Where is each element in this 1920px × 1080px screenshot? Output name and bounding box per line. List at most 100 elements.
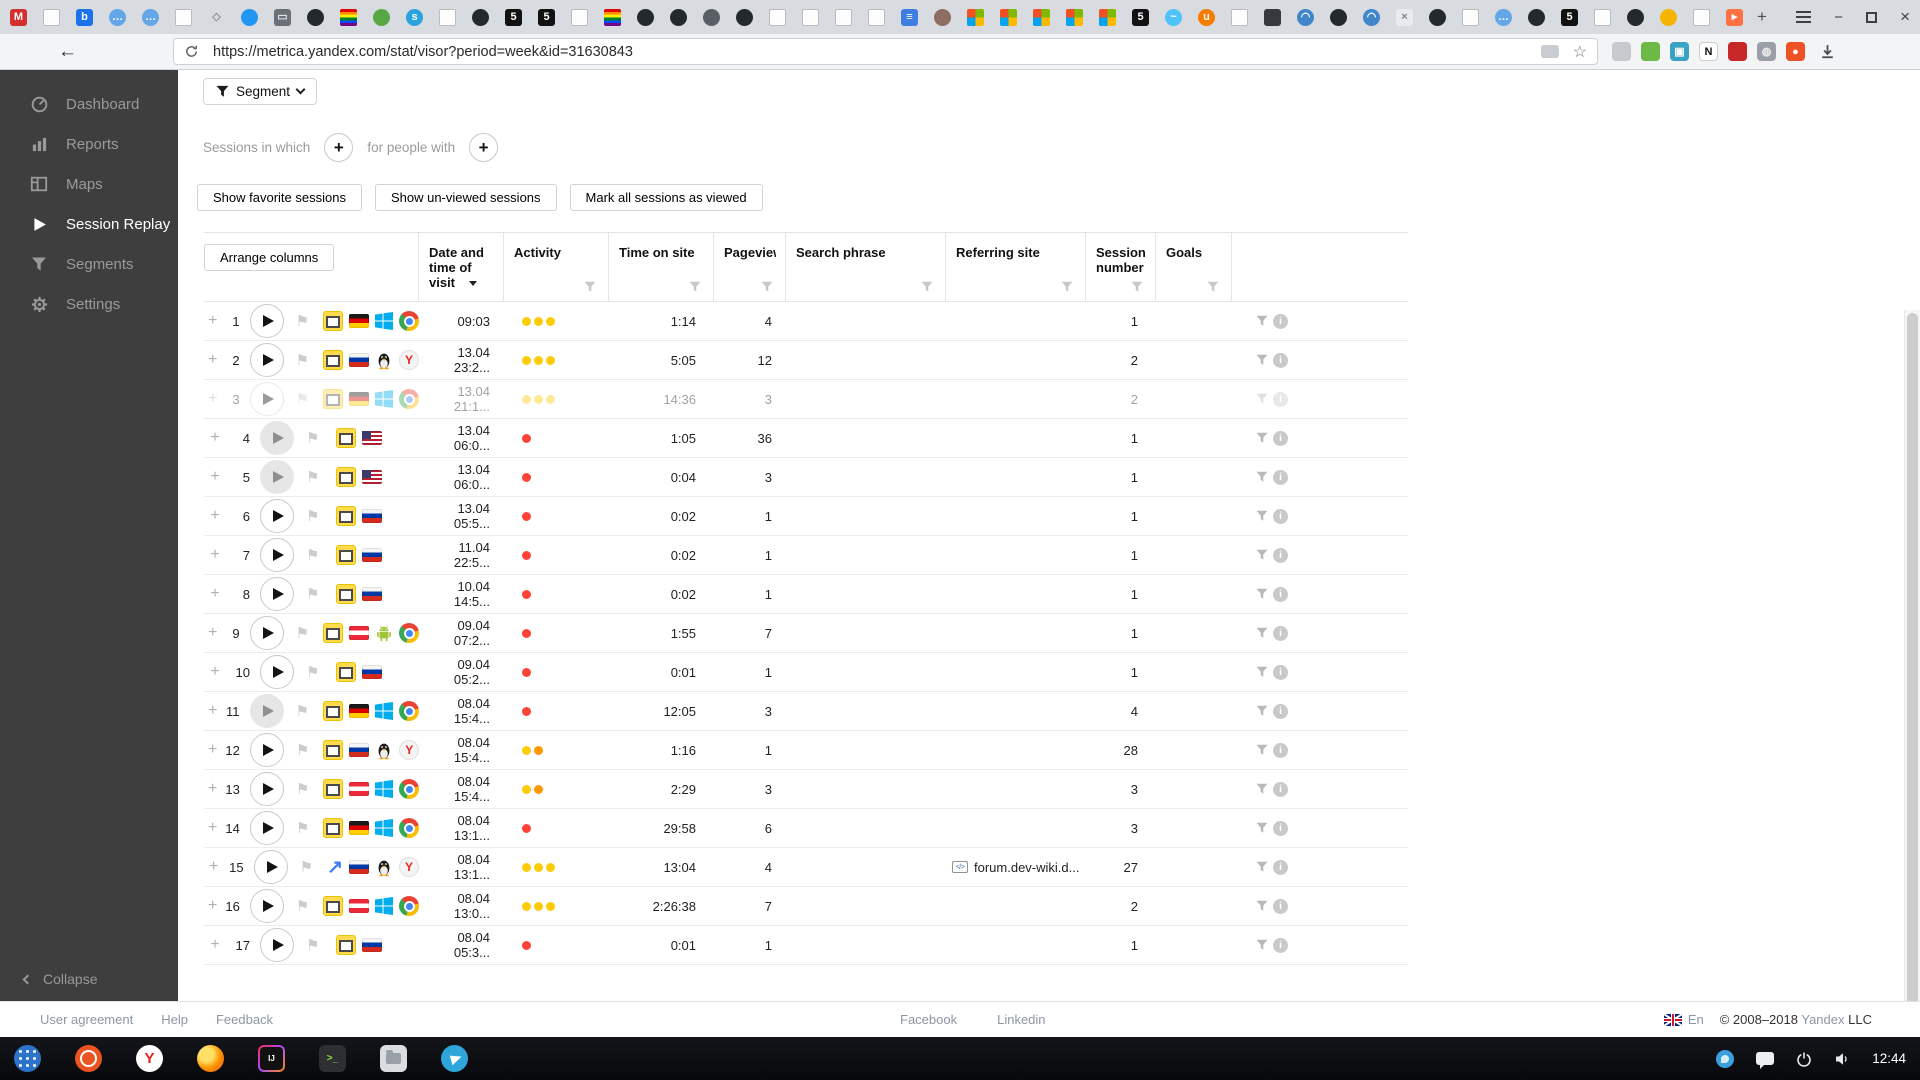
footer-link-feedback[interactable]: Feedback [216,1012,273,1027]
tab-favicon-github[interactable] [736,8,753,26]
favorite-flag-icon[interactable]: ⚑ [296,312,309,330]
favorite-flag-icon[interactable]: ⚑ [296,819,309,837]
ext-globe-icon[interactable]: ◍ [1757,42,1776,61]
yandex-link[interactable]: Yandex [1801,1012,1844,1027]
expand-row-icon[interactable]: + [208,663,222,681]
tab-favicon-u-orange[interactable]: u [1198,8,1215,26]
row-filter-funnel-icon[interactable] [1256,471,1268,483]
favorite-flag-icon[interactable]: ⚑ [296,780,309,798]
tab-favicon-globe[interactable]: ◠ [1363,8,1380,26]
tab-favicon-globe[interactable]: ◠ [1297,8,1314,26]
tab-favicon-dark[interactable] [1264,8,1281,26]
tab-favicon-github[interactable] [670,8,687,26]
taskbar-app-idea-icon[interactable]: IJ [258,1045,285,1072]
row-filter-funnel-icon[interactable] [1256,354,1268,366]
favorite-flag-icon[interactable]: ⚑ [300,858,313,876]
favorite-flag-icon[interactable]: ⚑ [296,741,309,759]
play-session-button[interactable] [249,616,284,650]
row-info-icon[interactable]: i [1273,586,1288,602]
taskbar-app-activities-icon[interactable] [14,1045,41,1072]
tab-favicon-plane[interactable]: ▸ [1726,8,1743,26]
footer-social-linkedin[interactable]: Linkedin [997,1012,1045,1027]
expand-row-icon[interactable]: + [208,936,222,954]
row-info-icon[interactable]: i [1273,508,1288,524]
filter-funnel-icon[interactable] [1131,281,1143,293]
sidebar-item-reports[interactable]: Reports [0,124,178,164]
tab-favicon-chat-blue[interactable]: … [1495,8,1512,26]
ext-blue-icon[interactable]: ▣ [1670,42,1689,61]
language-switcher[interactable]: En [1663,1012,1704,1027]
expand-row-icon[interactable]: + [208,390,218,408]
sidebar-item-session-replay[interactable]: Session Replay [0,204,178,244]
row-info-icon[interactable]: i [1273,937,1288,953]
play-session-button[interactable] [260,655,294,689]
favorite-flag-icon[interactable]: ⚑ [306,546,322,564]
favorite-flag-icon[interactable]: ⚑ [296,624,309,642]
tab-favicon-github[interactable] [637,8,654,26]
ext-n-icon[interactable]: N [1699,42,1718,61]
column-header-date[interactable]: Date and time of visit [419,233,504,301]
footer-link-user-agreement[interactable]: User agreement [40,1012,133,1027]
row-filter-funnel-icon[interactable] [1256,432,1268,444]
tab-favicon-laptop[interactable]: ▭ [274,8,291,26]
row-info-icon[interactable]: i [1273,430,1288,446]
tab-favicon-doc[interactable] [439,8,456,26]
play-session-button[interactable] [249,772,284,806]
tab-favicon-doc[interactable] [571,8,588,26]
tab-favicon-diamond[interactable]: ◇ [208,9,225,26]
tab-favicon-grid[interactable] [1000,8,1017,26]
row-info-icon[interactable]: i [1273,703,1288,719]
row-filter-funnel-icon[interactable] [1256,315,1268,327]
expand-row-icon[interactable]: + [208,507,222,525]
row-info-icon[interactable]: i [1273,742,1288,758]
expand-row-icon[interactable]: + [208,858,219,876]
taskbar-app-ubuntu-icon[interactable] [75,1045,102,1072]
filter-funnel-icon[interactable] [761,281,773,293]
browser-menu-icon[interactable] [1796,8,1812,26]
sidebar-item-segments[interactable]: Segments [0,244,178,284]
row-info-icon[interactable]: i [1273,313,1288,329]
row-filter-funnel-icon[interactable] [1256,588,1268,600]
play-session-button[interactable] [249,694,284,728]
sidebar-item-maps[interactable]: Maps [0,164,178,204]
back-icon[interactable]: ← [58,41,77,63]
favorite-flag-icon[interactable]: ⚑ [296,390,309,408]
ext-red-icon[interactable] [1728,42,1747,61]
column-header-pages[interactable]: Pageviews [714,233,786,301]
row-filter-funnel-icon[interactable] [1256,549,1268,561]
tab-favicon-github[interactable] [1528,8,1545,26]
play-session-button[interactable] [249,304,284,338]
tab-favicon-doc[interactable] [1693,8,1710,26]
add-people-condition-button[interactable]: + [469,133,499,162]
expand-row-icon[interactable]: + [208,624,218,642]
row-filter-funnel-icon[interactable] [1256,744,1268,756]
column-header-session[interactable]: Session number [1086,233,1156,301]
segment-button[interactable]: Segment [203,78,318,105]
taskbar-app-yandex-browser-icon[interactable]: Y [136,1045,163,1072]
row-filter-funnel-icon[interactable] [1256,783,1268,795]
row-info-icon[interactable]: i [1273,859,1288,875]
column-header-time[interactable]: Time on site [609,233,714,301]
row-info-icon[interactable]: i [1273,625,1288,641]
mark-all-sessions-as-viewed-button[interactable]: Mark all sessions as viewed [569,184,763,211]
play-session-button[interactable] [260,499,294,533]
show-favorite-sessions-button[interactable]: Show favorite sessions [197,184,362,211]
footer-link-help[interactable]: Help [161,1012,188,1027]
tab-favicon-github[interactable] [307,8,324,26]
row-info-icon[interactable]: i [1273,352,1288,368]
tab-favicon-doc[interactable] [802,8,819,26]
minimize-icon[interactable]: − [1834,9,1843,26]
url-bar[interactable]: https://metrica.yandex.com/stat/visor?pe… [173,38,1598,65]
row-info-icon[interactable]: i [1273,898,1288,914]
play-session-button[interactable] [260,460,294,494]
expand-row-icon[interactable]: + [208,429,222,447]
ext-dim-icon[interactable] [1612,42,1631,61]
vertical-scrollbar[interactable] [1904,310,1920,1001]
filter-funnel-icon[interactable] [1061,281,1073,293]
column-header-activity[interactable]: Activity [504,233,609,301]
tab-favicon-gear[interactable] [703,8,720,26]
expand-row-icon[interactable]: + [208,351,218,369]
row-filter-funnel-icon[interactable] [1256,666,1268,678]
tab-favicon-github[interactable] [472,8,489,26]
expand-row-icon[interactable]: + [208,546,222,564]
